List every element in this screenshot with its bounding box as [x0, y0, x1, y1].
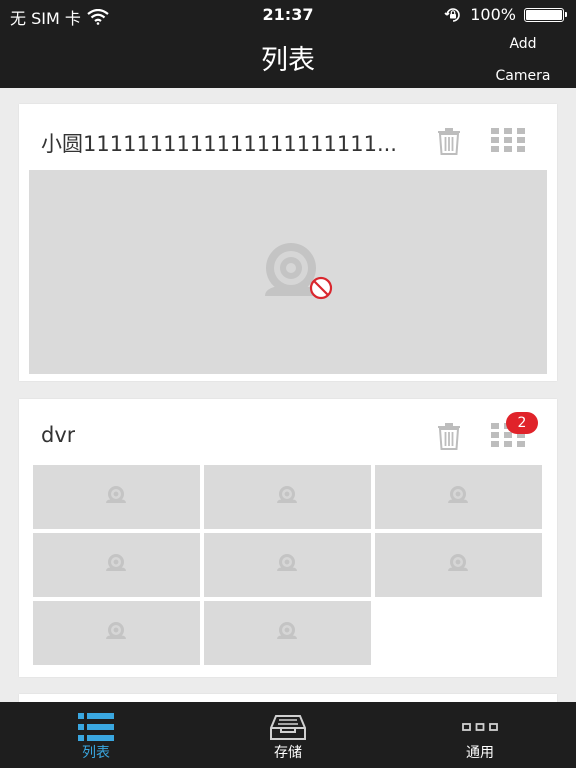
camera-offline-icon [265, 243, 333, 300]
tab-general[interactable]: 通用 [384, 702, 576, 768]
camera-icon [104, 553, 128, 577]
camera-icon [104, 621, 128, 645]
list-icon [78, 713, 114, 741]
add-camera-label-line1: Add [509, 36, 537, 52]
grid-view-icon[interactable] [491, 128, 525, 152]
channel-tile[interactable] [33, 601, 200, 665]
battery-fill [526, 9, 562, 20]
camera-list[interactable]: 小圆1111111111111111111111... dvr 2 [0, 88, 576, 702]
orientation-lock-icon [444, 7, 461, 22]
tab-list[interactable]: 列表 [0, 702, 192, 768]
channel-tile[interactable] [204, 601, 371, 665]
tab-storage-label: 存储 [274, 745, 302, 761]
camera-card[interactable]: dvr 2 [19, 399, 557, 677]
top-bar: 无 SIM 卡 21:37 100% 列表 Add Camera [0, 0, 576, 88]
camera-name: dvr [41, 423, 76, 447]
channel-tile[interactable] [375, 533, 542, 597]
channel-tile[interactable] [375, 465, 542, 529]
channel-tile[interactable] [204, 465, 371, 529]
tab-list-label: 列表 [82, 745, 110, 761]
battery-icon [524, 7, 567, 22]
camera-icon [446, 553, 470, 577]
tab-general-label: 通用 [466, 745, 494, 761]
camera-card[interactable]: 小圆1111111111111111111111... [19, 104, 557, 381]
channel-tile[interactable] [33, 465, 200, 529]
trash-icon[interactable] [435, 126, 463, 156]
camera-icon [275, 621, 299, 645]
battery-percent: 100% [470, 5, 516, 24]
camera-icon [275, 553, 299, 577]
status-right: 100% [444, 5, 567, 24]
camera-name: 小圆1111111111111111111111... [41, 132, 397, 156]
camera-icon [446, 485, 470, 509]
add-camera-button[interactable]: Add Camera [480, 28, 566, 92]
channel-tile[interactable] [204, 533, 371, 597]
status-bar: 无 SIM 卡 21:37 100% [0, 0, 576, 30]
more-icon [462, 723, 498, 731]
tab-storage[interactable]: 存储 [192, 702, 384, 768]
tab-bar: 列表 存储 通用 [0, 702, 576, 768]
camera-icon [104, 485, 128, 509]
storage-icon [270, 715, 306, 740]
camera-card[interactable] [19, 694, 557, 702]
notification-badge: 2 [506, 412, 538, 434]
camera-icon [275, 485, 299, 509]
channel-tile[interactable] [33, 533, 200, 597]
camera-preview[interactable] [29, 170, 547, 374]
trash-icon[interactable] [435, 421, 463, 451]
